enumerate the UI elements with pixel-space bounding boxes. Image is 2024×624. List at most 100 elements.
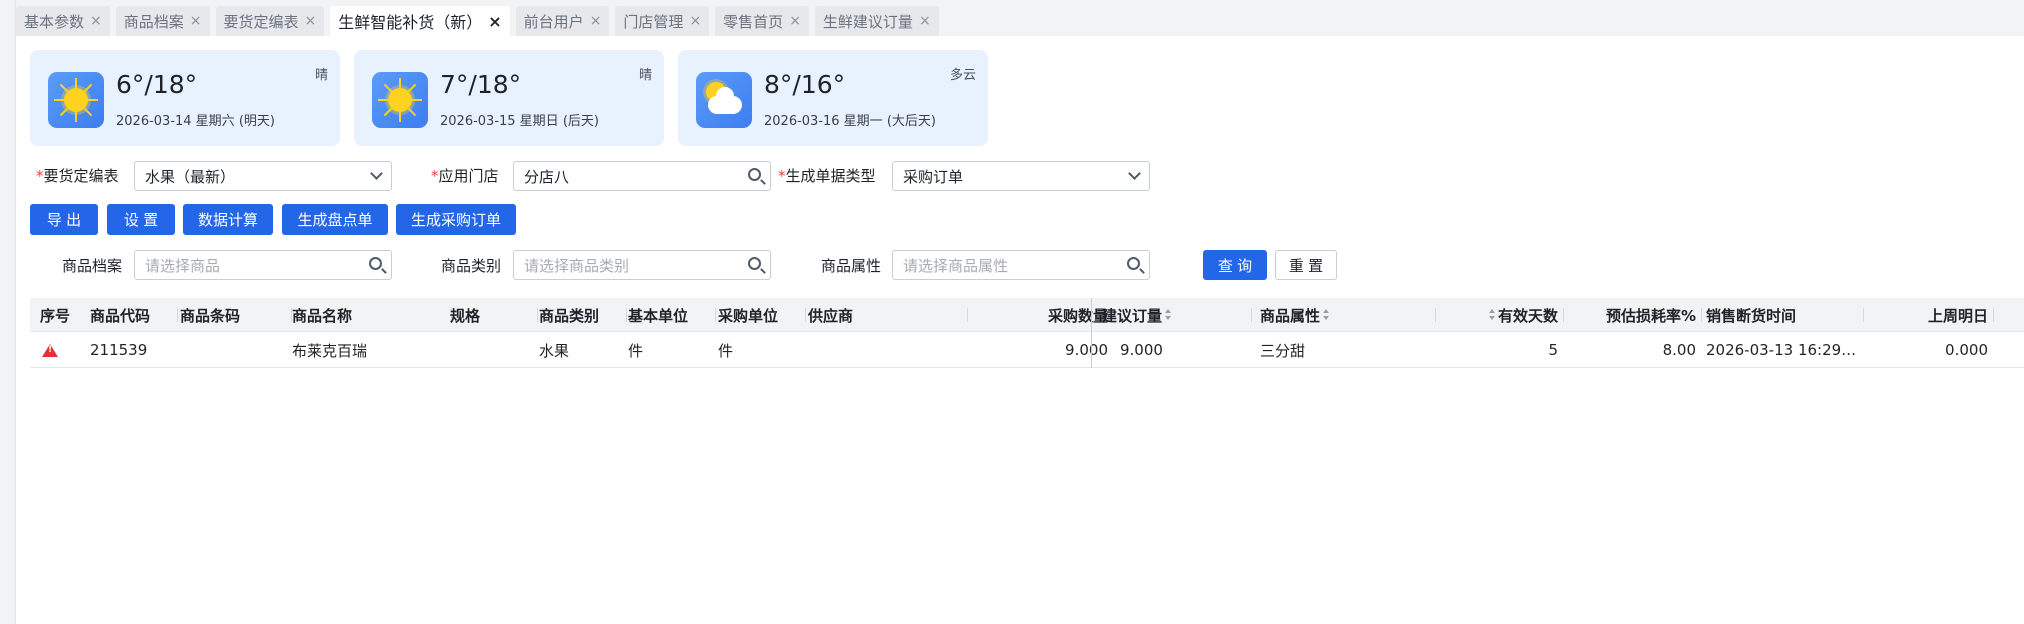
warning-icon [42, 343, 58, 357]
product-filter-input[interactable]: 请选择商品 [134, 250, 392, 280]
close-icon[interactable]: × [305, 13, 317, 29]
cell-valid-days: 5 [1548, 341, 1558, 359]
tab-fresh-replenishment[interactable]: 生鲜智能补货（新） × [330, 6, 510, 36]
product-filter-label: 商品档案 [62, 257, 123, 275]
category-filter-label: 商品类别 [441, 257, 502, 275]
col-attribute[interactable]: 商品属性 [1260, 298, 1436, 332]
attribute-filter-label: 商品属性 [821, 257, 882, 275]
chevron-down-icon [1128, 167, 1141, 180]
sun-icon [48, 72, 104, 128]
order-table-label: *要货定编表 [36, 167, 119, 185]
export-button[interactable]: 导 出 [30, 204, 98, 235]
tab-label: 生鲜智能补货（新） [338, 13, 483, 32]
col-spec[interactable]: 规格 [450, 298, 538, 332]
cell-category: 水果 [539, 341, 570, 360]
order-table-select[interactable]: 水果（最新） [134, 161, 392, 191]
tab-label: 前台用户 [523, 12, 584, 31]
cell-attribute: 三分甜 [1260, 341, 1306, 360]
col-suggested-qty[interactable]: 建议订量 [1102, 298, 1252, 332]
doc-type-select[interactable]: 采购订单 [892, 161, 1150, 191]
settings-button[interactable]: 设 置 [107, 204, 175, 235]
col-valid-days[interactable]: 有效天数 [1436, 298, 1564, 332]
tab-order-table[interactable]: 要货定编表 × [215, 6, 325, 36]
weather-date: 2026-03-16 星期一 (大后天) [764, 114, 936, 129]
cell-purchase-unit: 件 [718, 341, 734, 360]
weather-card-day1: 6°/18° 2026-03-14 星期六 (明天) 晴 [30, 50, 340, 146]
attribute-filter-input[interactable]: 请选择商品属性 [892, 250, 1150, 280]
row-warning [42, 332, 82, 368]
cell-loss-rate: 8.00 [1662, 341, 1696, 359]
col-last-week-tomorrow[interactable]: 上周明日 [1866, 298, 1994, 332]
sort-icon[interactable] [1322, 309, 1330, 321]
cell-suggested-qty[interactable]: 9.000 [1102, 332, 1252, 368]
tab-label: 商品档案 [123, 12, 184, 31]
tab-front-users[interactable]: 前台用户 × [515, 6, 610, 36]
weather-date: 2026-03-15 星期日 (后天) [440, 114, 599, 129]
close-icon[interactable]: × [919, 13, 931, 29]
weather-temp: 6°/18° [116, 70, 198, 99]
category-filter-placeholder: 请选择商品类别 [524, 256, 630, 275]
search-icon[interactable] [748, 168, 761, 181]
cell-supplier [808, 332, 968, 368]
col-supplier[interactable]: 供应商 [808, 298, 968, 332]
close-icon[interactable]: × [90, 13, 102, 29]
generate-purchase-order-button[interactable]: 生成采购订单 [396, 204, 516, 235]
col-barcode[interactable]: 商品条码 [180, 298, 292, 332]
partly-cloudy-icon [696, 72, 752, 128]
cell-last-week-tomorrow: 0.000 [1945, 341, 1988, 359]
cell-spec [450, 332, 538, 368]
close-icon[interactable]: × [689, 13, 701, 29]
sort-icon[interactable] [1164, 309, 1172, 321]
table-row[interactable]: 211539 布莱克百瑞 水果 件 件 9.000 9.000 三分甜 5 8.… [30, 332, 2024, 368]
weather-card-day2: 7°/18° 2026-03-15 星期日 (后天) 晴 [354, 50, 664, 146]
search-icon[interactable] [369, 257, 382, 270]
tab-basic-params[interactable]: 基本参数 × [16, 6, 110, 36]
weather-temp: 8°/16° [764, 70, 846, 99]
col-name[interactable]: 商品名称 [292, 298, 452, 332]
col-base-unit[interactable]: 基本单位 [628, 298, 716, 332]
doc-type-value: 采购订单 [903, 167, 964, 186]
search-icon[interactable] [1127, 257, 1140, 270]
col-category[interactable]: 商品类别 [539, 298, 627, 332]
cell-purchase-qty[interactable]: 9.000 [970, 332, 1114, 368]
weather-date: 2026-03-14 星期六 (明天) [116, 114, 275, 129]
table-header: 序号 商品代码 商品条码 商品名称 规格 商品类别 基本单位 采购单位 供应商 … [30, 298, 2024, 332]
category-filter-input[interactable]: 请选择商品类别 [513, 250, 771, 280]
close-icon[interactable]: × [789, 13, 801, 29]
tab-product-archive[interactable]: 商品档案 × [115, 6, 210, 36]
store-label: *应用门店 [431, 167, 499, 185]
sun-icon [372, 72, 428, 128]
order-table-value: 水果（最新） [145, 167, 236, 186]
search-icon[interactable] [748, 257, 761, 270]
tab-fresh-suggested-order[interactable]: 生鲜建议订量 × [814, 6, 939, 36]
cell-stockout-time: 2026-03-13 16:29… [1706, 341, 1857, 359]
frozen-column-divider [1091, 298, 1092, 368]
query-button[interactable]: 查 询 [1203, 250, 1267, 280]
close-icon[interactable]: × [488, 12, 501, 31]
close-icon[interactable]: × [590, 13, 602, 29]
close-icon[interactable]: × [190, 13, 202, 29]
tab-bar: 基本参数 × 商品档案 × 要货定编表 × 生鲜智能补货（新） × 前台用户 × 门店管理… [16, 0, 2024, 36]
col-purchase-unit[interactable]: 采购单位 [718, 298, 806, 332]
compute-button[interactable]: 数据计算 [183, 204, 273, 235]
chevron-down-icon [370, 167, 383, 180]
left-edge-strip [0, 0, 16, 624]
col-code[interactable]: 商品代码 [90, 298, 178, 332]
generate-inventory-button[interactable]: 生成盘点单 [282, 204, 388, 235]
sort-icon[interactable] [1488, 309, 1496, 321]
tab-store-management[interactable]: 门店管理 × [615, 6, 710, 36]
weather-condition: 晴 [314, 68, 328, 83]
tab-label: 零售首页 [723, 12, 784, 31]
reset-button[interactable]: 重 置 [1275, 250, 1337, 280]
store-input[interactable]: 分店八 [513, 161, 771, 191]
tab-label: 生鲜建议订量 [822, 12, 913, 31]
weather-condition: 多云 [949, 68, 976, 83]
cell-code: 211539 [90, 341, 148, 359]
col-stockout-time[interactable]: 销售断货时间 [1706, 298, 1864, 332]
tab-label: 基本参数 [24, 12, 85, 31]
cell-barcode [180, 332, 292, 368]
col-purchase-qty[interactable]: 采购数量 [970, 298, 1114, 332]
tab-retail-home[interactable]: 零售首页 × [715, 6, 809, 36]
attribute-filter-placeholder: 请选择商品属性 [903, 256, 1009, 275]
col-loss-rate[interactable]: 预估损耗率% [1566, 298, 1702, 332]
